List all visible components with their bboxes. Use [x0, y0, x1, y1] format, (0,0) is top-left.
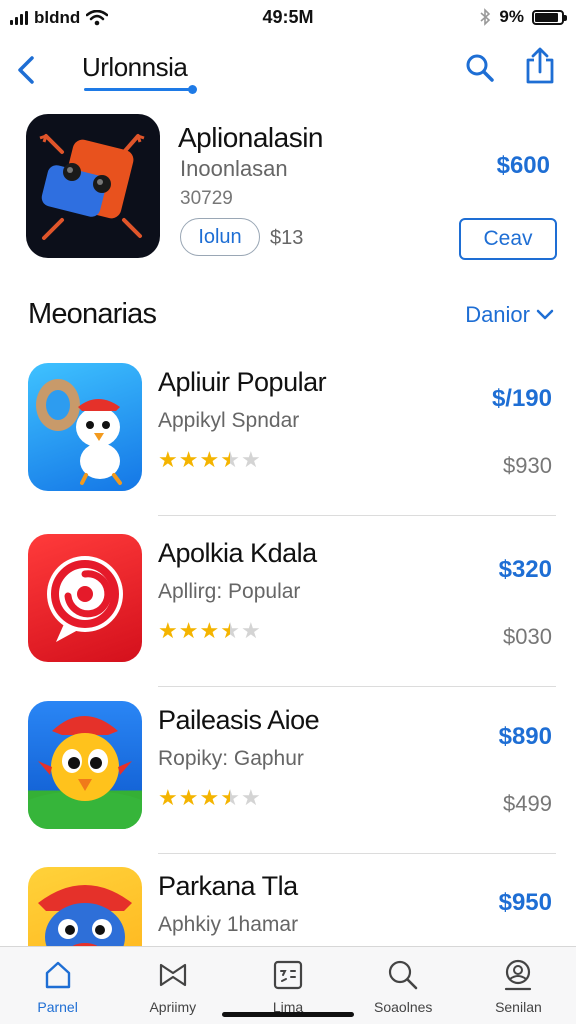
title-underline: [84, 85, 197, 94]
app-subtitle: Ropiky: Gaphur: [158, 747, 304, 770]
status-right: 9%: [479, 7, 567, 27]
star-rating: ★ ★ ★ ★ ★: [158, 449, 261, 471]
tab-soaolnes[interactable]: Soaolnes: [346, 947, 461, 1024]
app-price[interactable]: $950: [499, 889, 552, 917]
share-button[interactable]: [522, 46, 558, 86]
star-icon: ★: [240, 785, 261, 810]
get-button[interactable]: Ceav: [459, 218, 557, 260]
battery-icon: [532, 9, 567, 25]
app-secondary-price: $030: [503, 624, 552, 649]
row-divider: [158, 686, 556, 687]
app-subtitle: Appikyl Spndar: [158, 409, 300, 432]
home-icon: [45, 961, 70, 989]
filter-dropdown[interactable]: Danior: [465, 302, 554, 328]
app-list-item[interactable]: Apliuir Popular Appikyl Spndar ★ ★ ★ ★ ★ $/1…: [0, 363, 576, 529]
star-icon: ★: [158, 447, 178, 472]
app-subtitle: Apllirg: Popular: [158, 580, 301, 603]
search-icon: [466, 54, 494, 82]
star-icon: ★: [220, 447, 240, 472]
tab-senilan[interactable]: Senilan: [461, 947, 576, 1024]
share-icon: [526, 47, 554, 84]
battery-text: 9%: [499, 7, 524, 26]
app-list-item[interactable]: Apolkia Kdala Apllirg: Popular ★ ★ ★ ★ ★ $32…: [0, 534, 576, 700]
page-title: Urlonnsia: [82, 52, 188, 82]
status-bar: bldnd 49:5M 9%: [0, 0, 576, 36]
tab-label: Soaolnes: [374, 999, 433, 1015]
tab-apriimy[interactable]: Apriimy: [115, 947, 230, 1024]
featured-app-subtitle: Inoonlasan: [180, 156, 288, 181]
filter-label: Danior: [465, 302, 530, 327]
featured-app-number: 30729: [180, 188, 233, 209]
home-indicator[interactable]: [222, 1012, 354, 1017]
star-icon: ★: [199, 785, 220, 810]
app-icon[interactable]: [28, 534, 142, 662]
bird-character-icon: [36, 379, 122, 485]
app-name: Apolkia Kdala: [158, 538, 317, 568]
back-button[interactable]: [12, 48, 42, 88]
app-price[interactable]: $/190: [492, 385, 552, 413]
calendar-icon: [273, 960, 303, 990]
tab-label: Parnel: [37, 999, 78, 1015]
bluetooth-icon: [480, 8, 491, 26]
bowtie-icon: [159, 963, 186, 987]
star-icon: ★: [178, 785, 199, 810]
row-divider: [158, 853, 556, 854]
star-rating: ★ ★ ★ ★ ★: [158, 787, 261, 809]
app-name: Apliuir Popular: [158, 367, 327, 397]
app-secondary-price: $930: [503, 453, 552, 478]
yellow-bird-icon: [28, 716, 142, 829]
install-button[interactable]: Iolun: [180, 218, 260, 256]
app-icon[interactable]: [28, 363, 142, 491]
nav-bar: Urlonnsia: [0, 40, 576, 100]
chevron-down-icon: [536, 309, 554, 320]
tab-label: Senilan: [495, 999, 542, 1015]
featured-app[interactable]: Aplionalasin Inoonlasan 30729 Iolun $13 …: [0, 114, 576, 264]
back-chevron-icon: [18, 56, 34, 84]
star-icon: ★: [220, 618, 240, 643]
app-price[interactable]: $890: [499, 723, 552, 751]
section-title: Meonarias: [28, 298, 157, 330]
star-icon: ★: [199, 447, 220, 472]
app-price[interactable]: $320: [499, 556, 552, 584]
featured-price: $600: [496, 152, 550, 179]
section-header: Meonarias Danior: [0, 294, 576, 338]
app-secondary-price: $499: [503, 791, 552, 816]
star-icon: ★: [178, 618, 199, 643]
star-icon: ★: [158, 785, 178, 810]
app-list-item[interactable]: Paileasis Aioe Ropiky: Gaphur ★ ★ ★ ★ ★ $890…: [0, 701, 576, 867]
profile-icon: [505, 959, 532, 991]
star-icon: ★: [220, 785, 240, 810]
star-icon: ★: [178, 447, 199, 472]
search-button[interactable]: [462, 50, 498, 86]
red-swirl-icon: [47, 556, 123, 642]
star-icon: ★: [240, 447, 261, 472]
app-name: Paileasis Aioe: [158, 705, 320, 735]
star-rating: ★ ★ ★ ★ ★: [158, 620, 261, 642]
featured-small-price: $13: [270, 227, 304, 249]
tab-parnel[interactable]: Parnel: [0, 947, 115, 1024]
star-icon: ★: [158, 618, 178, 643]
app-name: Parkana Tla: [158, 871, 298, 901]
battery-fill: [535, 12, 559, 22]
featured-app-name: Aplionalasin: [178, 122, 324, 153]
app-subtitle: Aphkiy 1hamar: [158, 913, 299, 936]
star-icon: ★: [240, 618, 261, 643]
row-divider: [158, 515, 556, 516]
star-icon: ★: [199, 618, 220, 643]
tab-label: Apriimy: [149, 999, 197, 1015]
featured-app-icon[interactable]: [26, 114, 160, 258]
app-icon[interactable]: [28, 701, 142, 829]
robot-cube-icon: [39, 134, 145, 240]
search-icon: [389, 960, 418, 990]
